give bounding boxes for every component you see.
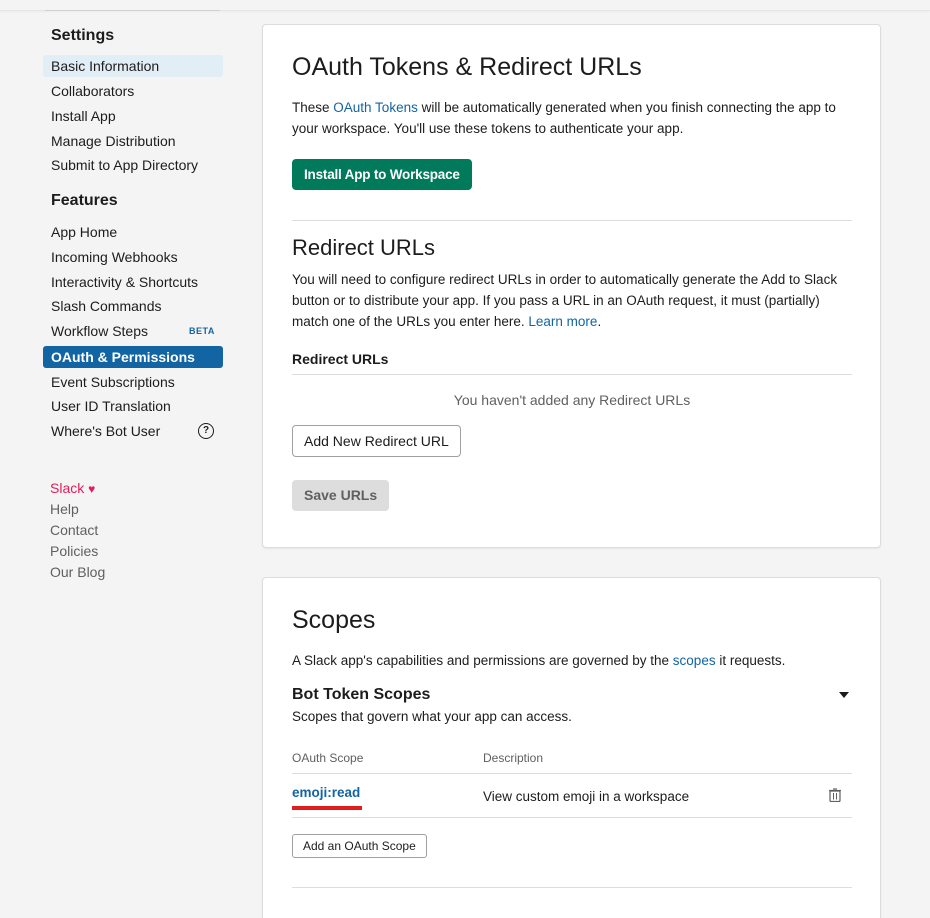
footer-slack-label: Slack: [50, 480, 85, 496]
bot-token-scopes-heading: Bot Token Scopes: [292, 686, 431, 703]
sidebar-item-app-home[interactable]: App Home: [43, 221, 215, 243]
oauth-intro: These OAuth Tokens will be automatically…: [292, 97, 854, 139]
empty-redirect-message: You haven't added any Redirect URLs: [453, 392, 691, 408]
redirect-desc-end: .: [597, 314, 602, 329]
sidebar-item-interactivity-shortcuts[interactable]: Interactivity & Shortcuts: [43, 271, 215, 293]
sidebar-item-collaborators[interactable]: Collaborators: [43, 80, 215, 102]
oauth-tokens-card: OAuth Tokens & Redirect URLs These OAuth…: [262, 24, 881, 548]
install-app-button[interactable]: Install App to Workspace: [292, 159, 472, 190]
scopes-intro: A Slack app's capabilities and permissio…: [292, 650, 854, 671]
divider: [292, 220, 852, 221]
bot-token-scopes-subtitle: Scopes that govern what your app can acc…: [292, 709, 572, 724]
scopes-intro-text: A Slack app's capabilities and permissio…: [292, 653, 673, 668]
column-header-description: Description: [483, 751, 544, 765]
caret-down-icon[interactable]: [839, 692, 849, 698]
column-header-oauth-scope: OAuth Scope: [292, 751, 364, 765]
redirect-urls-title: Redirect URLs: [292, 235, 436, 260]
footer-link-slack[interactable]: Slack ♥: [50, 480, 95, 496]
divider: [292, 773, 852, 774]
scopes-title: Scopes: [292, 606, 376, 634]
sidebar-heading-features: Features: [51, 192, 118, 209]
scopes-link[interactable]: scopes: [673, 653, 716, 668]
divider: [292, 374, 852, 375]
save-urls-button[interactable]: Save URLs: [292, 480, 390, 511]
oauth-title: OAuth Tokens & Redirect URLs: [292, 53, 642, 81]
help-icon[interactable]: ?: [198, 423, 214, 439]
sidebar-item-user-id-translation[interactable]: User ID Translation: [43, 395, 215, 417]
beta-badge: BETA: [189, 326, 215, 336]
footer-link-help[interactable]: Help: [50, 501, 79, 517]
sidebar-item-install-app[interactable]: Install App: [43, 105, 215, 127]
heart-icon: ♥: [88, 482, 96, 496]
sidebar-item-label: Where's Bot User: [51, 423, 161, 439]
footer-link-blog[interactable]: Our Blog: [50, 564, 105, 580]
sidebar-item-manage-distribution[interactable]: Manage Distribution: [43, 130, 215, 152]
sidebar-item-oauth-permissions[interactable]: OAuth & Permissions: [43, 346, 223, 368]
learn-more-link[interactable]: Learn more: [528, 314, 597, 329]
sidebar-item-wheres-bot-user[interactable]: Where's Bot User ?: [43, 420, 215, 442]
sidebar-item-slash-commands[interactable]: Slash Commands: [43, 295, 215, 317]
sidebar-item-workflow-steps[interactable]: Workflow Steps BETA: [43, 320, 215, 342]
add-redirect-url-button[interactable]: Add New Redirect URL: [292, 425, 461, 457]
scope-emoji-read[interactable]: emoji:read: [292, 785, 360, 800]
oauth-tokens-link[interactable]: OAuth Tokens: [333, 100, 418, 115]
annotation-underline: [292, 806, 362, 810]
scopes-card: Scopes A Slack app's capabilities and pe…: [262, 577, 881, 918]
scopes-intro-end: it requests.: [715, 653, 786, 668]
redirect-urls-description: You will need to configure redirect URLs…: [292, 269, 854, 332]
divider: [292, 887, 852, 888]
sidebar-item-label: Workflow Steps: [51, 323, 148, 339]
sidebar-nav: Settings Basic Information Collaborators…: [0, 10, 240, 907]
oauth-intro-text: These: [292, 100, 334, 115]
footer-link-policies[interactable]: Policies: [50, 543, 98, 559]
footer-link-contact[interactable]: Contact: [50, 522, 98, 538]
sidebar-item-event-subscriptions[interactable]: Event Subscriptions: [43, 371, 215, 393]
sidebar-heading-settings: Settings: [51, 27, 115, 44]
sidebar-item-submit-app-directory[interactable]: Submit to App Directory: [43, 154, 215, 176]
sidebar-item-basic-information[interactable]: Basic Information: [43, 55, 223, 77]
add-oauth-scope-button[interactable]: Add an OAuth Scope: [292, 834, 427, 858]
scope-description: View custom emoji in a workspace: [483, 789, 690, 804]
sidebar-item-incoming-webhooks[interactable]: Incoming Webhooks: [43, 246, 215, 268]
trash-icon[interactable]: [829, 788, 841, 802]
redirect-urls-label: Redirect URLs: [292, 351, 389, 367]
divider: [292, 817, 852, 818]
